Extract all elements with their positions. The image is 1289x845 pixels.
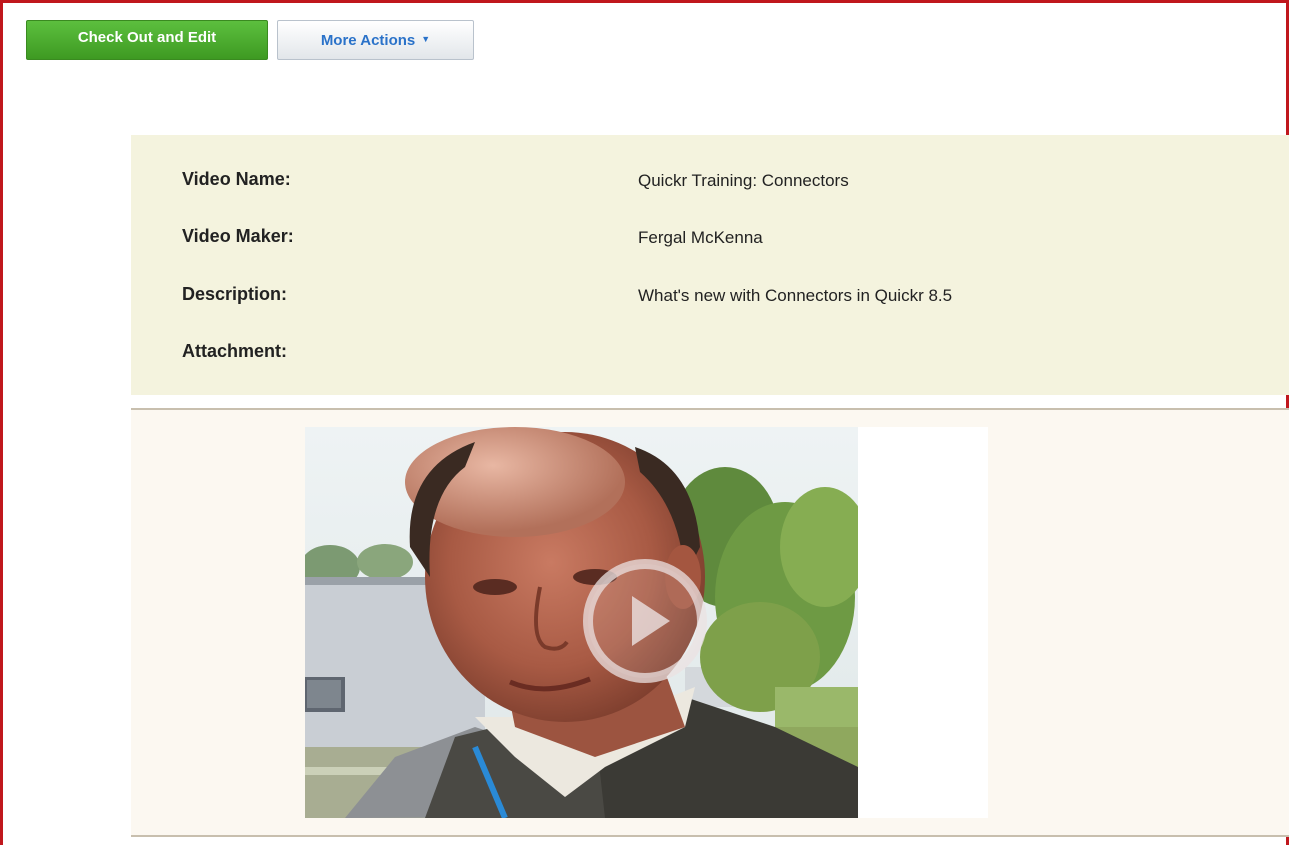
more-actions-label: More Actions — [320, 31, 416, 49]
video-details-panel: Video Name: Quickr Training: Connectors … — [131, 135, 1289, 395]
video-name-label: Video Name: — [182, 169, 291, 189]
check-out-and-edit-button[interactable]: Check Out and Edit — [26, 20, 268, 60]
description-label: Description: — [182, 284, 288, 304]
video-name-value: Quickr Training: Connectors — [638, 171, 849, 190]
video-player[interactable] — [305, 427, 988, 818]
check-out-and-edit-label: Check Out and Edit — [77, 28, 217, 46]
caret-down-icon: ▼ — [421, 34, 431, 44]
play-icon[interactable] — [570, 556, 720, 686]
app-window: Check Out and Edit More Actions ▼ Video … — [0, 0, 1289, 845]
description-value: What's new with Connectors in Quickr 8.5 — [638, 286, 953, 305]
attachment-label: Attachment: — [182, 341, 288, 361]
more-actions-button[interactable]: More Actions ▼ — [277, 20, 474, 60]
video-maker-value: Fergal McKenna — [638, 228, 763, 247]
section-divider — [131, 835, 1289, 837]
video-maker-label: Video Maker: — [182, 226, 294, 246]
